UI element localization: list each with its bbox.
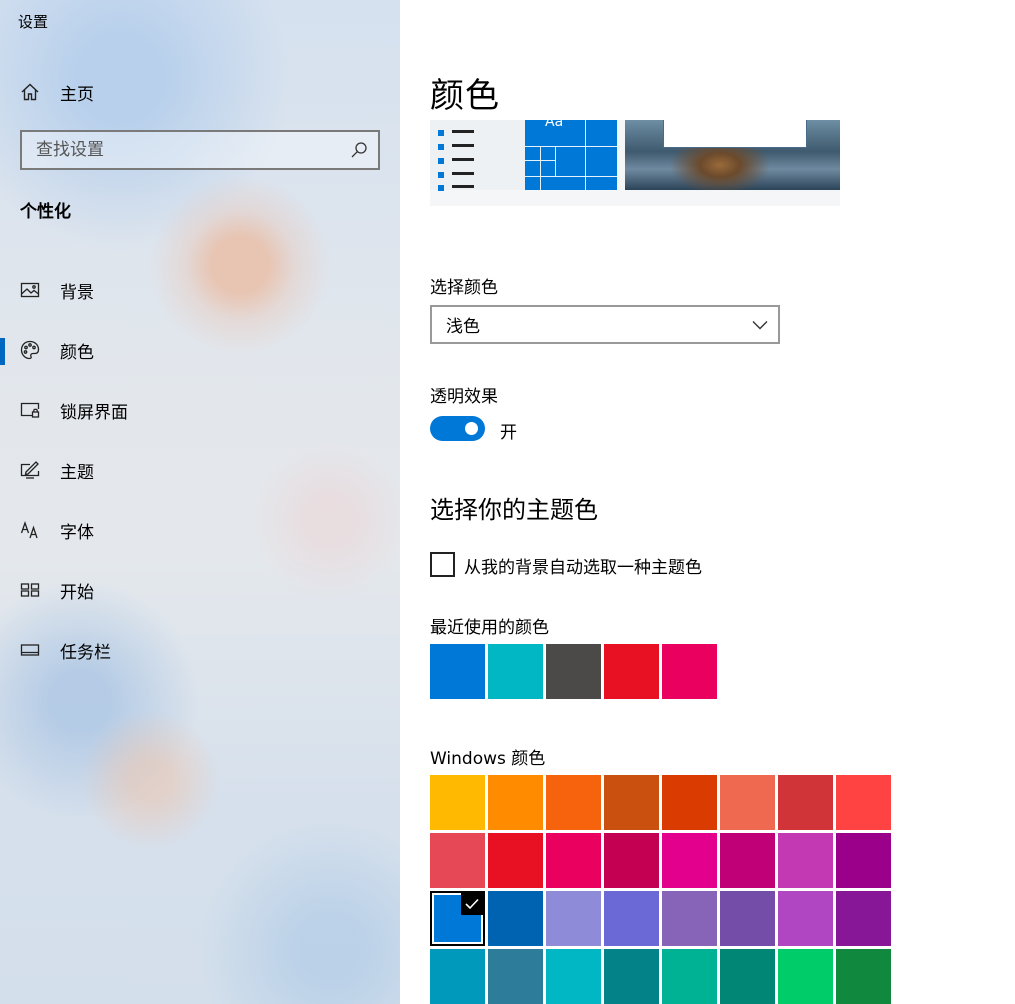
color-swatch[interactable] bbox=[546, 644, 601, 699]
sidebar-item-start[interactable]: 开始 bbox=[0, 560, 400, 620]
sidebar-item-label: 开始 bbox=[60, 582, 94, 603]
color-swatch[interactable] bbox=[488, 775, 543, 830]
color-swatch[interactable] bbox=[604, 949, 659, 1004]
search-icon bbox=[351, 142, 367, 158]
taskbar-icon bbox=[20, 644, 40, 656]
sidebar-item-label: 锁屏界面 bbox=[60, 402, 128, 423]
sidebar-item-themes[interactable]: 主题 bbox=[0, 440, 400, 500]
sidebar-item-label: 颜色 bbox=[60, 342, 94, 363]
preview-window bbox=[663, 120, 807, 148]
theme-brush-icon bbox=[20, 461, 40, 479]
color-swatch[interactable] bbox=[604, 833, 659, 888]
recent-colors-label: 最近使用的颜色 bbox=[430, 618, 549, 638]
color-swatch-selected[interactable] bbox=[430, 891, 485, 946]
color-swatch[interactable] bbox=[778, 949, 833, 1004]
auto-accent-label: 从我的背景自动选取一种主题色 bbox=[464, 558, 702, 578]
home-icon bbox=[21, 83, 39, 101]
toggle-knob bbox=[465, 422, 478, 435]
start-grid-icon bbox=[20, 583, 40, 597]
color-swatch[interactable] bbox=[836, 949, 891, 1004]
choose-color-dropdown[interactable]: 浅色 bbox=[430, 305, 780, 344]
preview-start-list bbox=[430, 120, 525, 191]
color-swatch[interactable] bbox=[778, 775, 833, 830]
color-swatch[interactable] bbox=[430, 949, 485, 1004]
sidebar-item-taskbar[interactable]: 任务栏 bbox=[0, 620, 400, 680]
sidebar-item-fonts[interactable]: 字体 bbox=[0, 500, 400, 560]
search-input[interactable] bbox=[36, 140, 350, 160]
sidebar-item-colors[interactable]: 颜色 bbox=[0, 320, 400, 380]
recent-colors-grid bbox=[430, 644, 891, 699]
color-swatch[interactable] bbox=[720, 833, 775, 888]
color-preview: Aa bbox=[430, 120, 840, 206]
color-swatch[interactable] bbox=[546, 891, 601, 946]
sidebar-item-label: 任务栏 bbox=[60, 642, 111, 663]
sidebar-item-home[interactable]: 主页 bbox=[20, 80, 94, 105]
app-title: 设置 bbox=[18, 13, 49, 31]
windows-colors-label: Windows 颜色 bbox=[430, 749, 546, 769]
sidebar: 设置 主页 个性化 背景 颜色 bbox=[0, 0, 400, 1004]
color-swatch[interactable] bbox=[720, 775, 775, 830]
sidebar-item-label: 主页 bbox=[60, 84, 94, 105]
color-swatch[interactable] bbox=[778, 833, 833, 888]
color-swatch[interactable] bbox=[662, 891, 717, 946]
sidebar-item-label: 字体 bbox=[60, 522, 94, 543]
dropdown-value: 浅色 bbox=[446, 317, 480, 337]
color-swatch[interactable] bbox=[662, 833, 717, 888]
sidebar-item-label: 背景 bbox=[60, 282, 94, 303]
color-swatch[interactable] bbox=[488, 833, 543, 888]
color-swatch[interactable] bbox=[778, 891, 833, 946]
color-swatch[interactable] bbox=[488, 891, 543, 946]
color-swatch[interactable] bbox=[836, 775, 891, 830]
picture-icon bbox=[20, 282, 40, 298]
preview-tile-text: Aa bbox=[545, 120, 564, 130]
main-content: 颜色 Aa 选择颜色 浅色 透明效果 开 选择你的主题色 从我的背景自动选取一种… bbox=[400, 0, 1015, 1004]
sidebar-nav: 背景 颜色 锁屏界面 主题 字体 开始 任务栏 bbox=[0, 260, 400, 680]
color-swatch[interactable] bbox=[662, 775, 717, 830]
checkmark-icon bbox=[461, 893, 483, 915]
transparency-label: 透明效果 bbox=[430, 387, 498, 407]
accent-heading: 选择你的主题色 bbox=[430, 496, 598, 524]
transparency-toggle[interactable] bbox=[430, 416, 485, 441]
color-swatch[interactable] bbox=[488, 949, 543, 1004]
color-swatch[interactable] bbox=[604, 644, 659, 699]
section-title: 个性化 bbox=[20, 202, 71, 222]
transparency-state: 开 bbox=[500, 423, 517, 443]
color-swatch[interactable] bbox=[546, 949, 601, 1004]
auto-accent-checkbox[interactable] bbox=[430, 552, 455, 577]
sidebar-item-background[interactable]: 背景 bbox=[0, 260, 400, 320]
sidebar-item-lock-screen[interactable]: 锁屏界面 bbox=[0, 380, 400, 440]
color-swatch[interactable] bbox=[662, 644, 717, 699]
sidebar-item-label: 主题 bbox=[60, 462, 94, 483]
color-swatch[interactable] bbox=[430, 775, 485, 830]
choose-color-label: 选择颜色 bbox=[430, 278, 498, 298]
color-swatch[interactable] bbox=[604, 891, 659, 946]
lock-screen-icon bbox=[20, 402, 40, 418]
font-icon bbox=[20, 521, 38, 539]
color-swatch[interactable] bbox=[430, 833, 485, 888]
page-title: 颜色 bbox=[430, 76, 500, 116]
preview-tiles: Aa bbox=[525, 120, 617, 190]
search-box[interactable] bbox=[20, 130, 380, 170]
color-swatch[interactable] bbox=[720, 949, 775, 1004]
windows-colors-grid bbox=[430, 775, 891, 1004]
color-swatch[interactable] bbox=[662, 949, 717, 1004]
color-swatch[interactable] bbox=[430, 644, 485, 699]
color-swatch[interactable] bbox=[488, 644, 543, 699]
color-swatch[interactable] bbox=[720, 891, 775, 946]
color-swatch[interactable] bbox=[836, 891, 891, 946]
color-swatch[interactable] bbox=[836, 833, 891, 888]
color-swatch[interactable] bbox=[604, 775, 659, 830]
preview-wallpaper bbox=[625, 120, 840, 190]
color-swatch[interactable] bbox=[546, 775, 601, 830]
palette-icon bbox=[20, 340, 40, 360]
color-swatch[interactable] bbox=[546, 833, 601, 888]
chevron-down-icon bbox=[752, 320, 768, 329]
